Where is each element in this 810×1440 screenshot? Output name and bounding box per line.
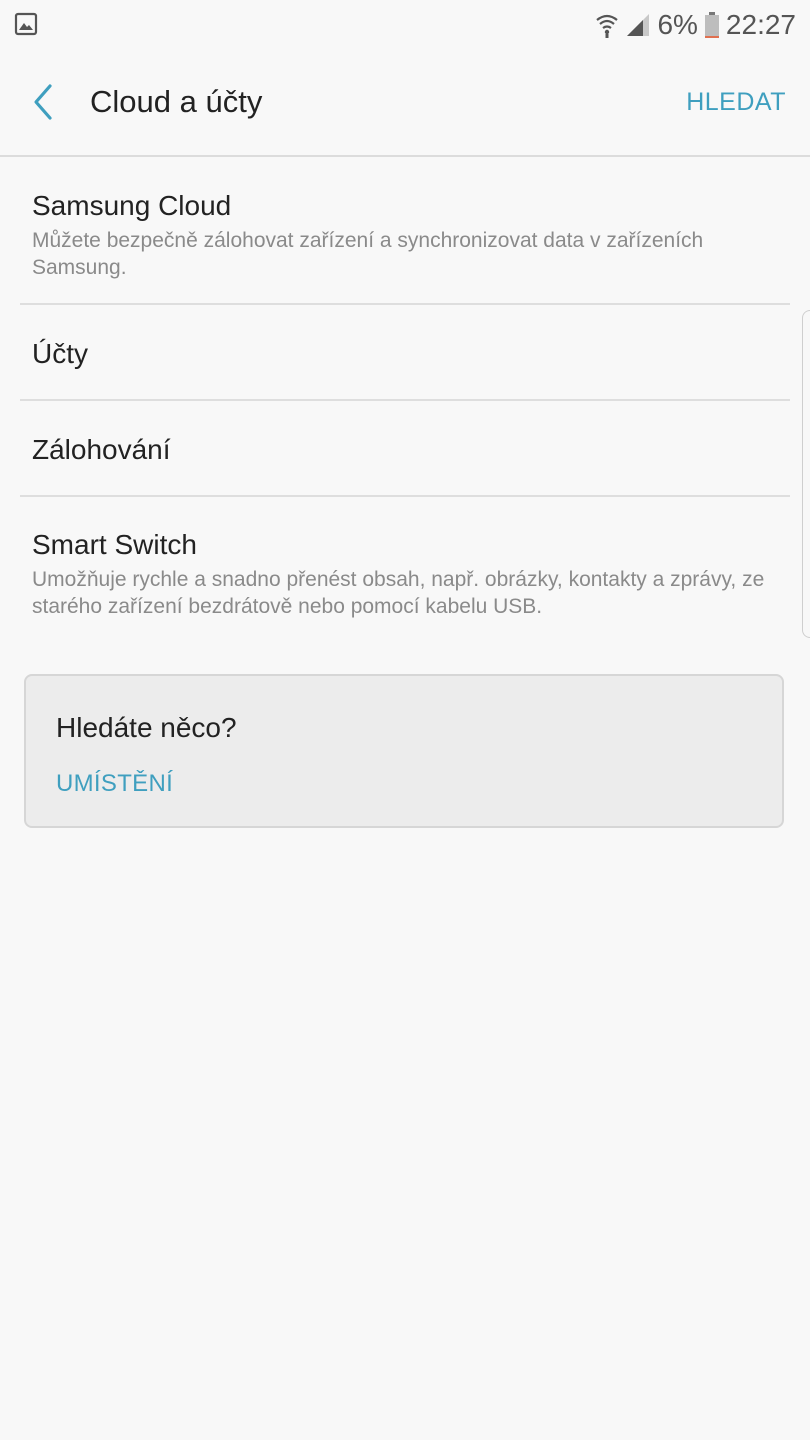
suggestion-card: Hledáte něco? UMÍSTĚNÍ — [24, 674, 784, 828]
settings-item-samsung-cloud[interactable]: Samsung Cloud Můžete bezpečně zálohovat … — [20, 157, 790, 305]
status-indicators: 6% 22:27 — [595, 6, 796, 44]
app-bar: Cloud a účty HLEDAT — [0, 50, 810, 157]
settings-item-backup[interactable]: Zálohování — [20, 401, 790, 497]
scroll-indicator[interactable] — [802, 310, 810, 638]
back-arrow-icon[interactable] — [26, 80, 66, 124]
signal-icon — [627, 14, 650, 36]
settings-item-accounts[interactable]: Účty — [20, 305, 790, 401]
wifi-icon — [596, 14, 619, 38]
battery-icon — [704, 12, 719, 38]
settings-item-title: Samsung Cloud — [32, 190, 232, 221]
gallery-notification-icon — [14, 12, 38, 36]
settings-item-title: Smart Switch — [32, 529, 197, 560]
clock: 22:27 — [725, 9, 796, 40]
page-title: Cloud a účty — [90, 84, 263, 119]
battery-percent: 6% — [657, 9, 698, 40]
settings-item-title: Zálohování — [32, 434, 171, 465]
status-bar: 6% 22:27 — [0, 0, 810, 50]
settings-item-description: Můžete bezpečně zálohovat zařízení a syn… — [32, 229, 704, 279]
location-link[interactable]: UMÍSTĚNÍ — [56, 770, 173, 798]
settings-item-title: Účty — [32, 338, 88, 369]
search-button[interactable]: HLEDAT — [686, 88, 786, 117]
settings-item-description: Umožňuje rychle a snadno přenést obsah, … — [32, 568, 765, 618]
settings-list: Samsung Cloud Můžete bezpečně zálohovat … — [20, 157, 790, 637]
settings-item-smart-switch[interactable]: Smart Switch Umožňuje rychle a snadno př… — [20, 497, 790, 637]
suggestion-card-title: Hledáte něco? — [56, 712, 237, 743]
